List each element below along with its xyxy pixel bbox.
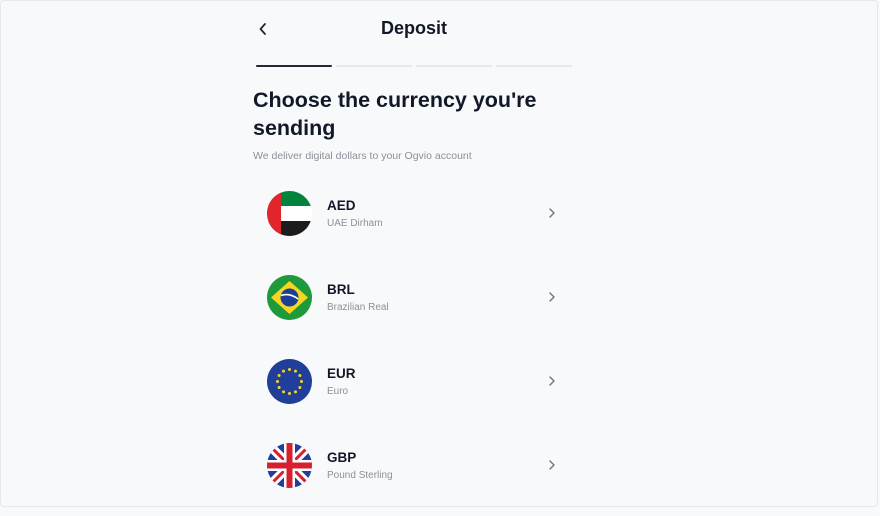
currency-code: BRL	[327, 282, 355, 297]
currency-name: Pound Sterling	[327, 470, 393, 481]
section-heading: Choose the currency you're sending	[253, 88, 537, 140]
currency-option-gbp[interactable]: GBP Pound Sterling	[256, 432, 572, 516]
progress-step-1	[256, 65, 332, 67]
currency-name: Brazilian Real	[327, 302, 389, 313]
currency-option-eur[interactable]: EUR Euro	[256, 348, 572, 432]
progress-step-3	[416, 65, 492, 67]
currency-code: GBP	[327, 450, 357, 465]
chevron-right-icon	[549, 292, 555, 302]
currency-code: AED	[327, 198, 356, 213]
currency-name: Euro	[327, 386, 349, 397]
currency-list: AED UAE Dirham BRL Brazilian Real EUR Eu…	[256, 180, 572, 516]
currency-name: UAE Dirham	[327, 218, 383, 229]
chevron-right-icon	[549, 208, 555, 218]
chevron-right-icon	[549, 376, 555, 386]
eu-flag-icon	[267, 359, 312, 404]
page-title: Deposit	[380, 18, 447, 38]
header: Deposit	[250, 12, 578, 48]
chevron-right-icon	[549, 460, 555, 470]
step-progress	[256, 65, 572, 68]
progress-step-4	[496, 65, 572, 67]
currency-option-aed[interactable]: AED UAE Dirham	[256, 180, 572, 264]
currency-option-brl[interactable]: BRL Brazilian Real	[256, 264, 572, 348]
uk-flag-icon	[267, 443, 312, 488]
section-subtitle: We deliver digital dollars to your Ogvio…	[253, 150, 472, 162]
brazil-flag-icon	[267, 275, 312, 320]
uae-flag-icon	[267, 191, 312, 236]
progress-step-2	[336, 65, 412, 67]
currency-code: EUR	[327, 366, 356, 381]
